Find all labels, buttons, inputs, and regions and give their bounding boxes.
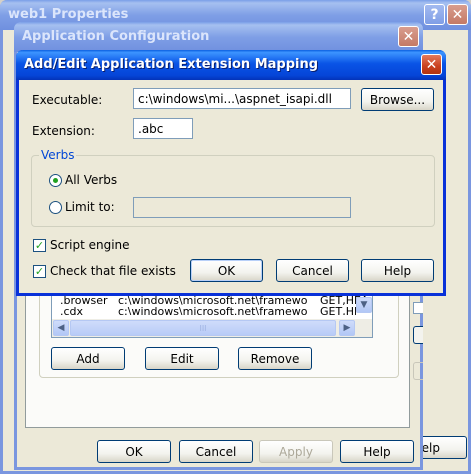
add-button[interactable]: Add [51, 347, 125, 370]
verbs-cell: GET,HEA... [320, 307, 356, 315]
browse-button[interactable]: Browse... [361, 88, 434, 111]
close-icon[interactable]: ✕ [398, 26, 419, 47]
close-icon[interactable]: ✕ [421, 54, 442, 75]
close-icon[interactable]: ✕ [447, 4, 468, 25]
executable-field[interactable]: c:\windows\mi...\aspnet_isapi.dll [133, 88, 351, 109]
edit-button-label: Edit [170, 351, 194, 366]
all-verbs-label[interactable]: All Verbs [65, 173, 117, 187]
help-button-label: elp [421, 440, 440, 455]
horizontal-scrollbar[interactable]: ◀ III ▶ [52, 319, 372, 337]
side-control [413, 326, 423, 344]
cancel-button-label: Cancel [292, 263, 333, 278]
scroll-thumb[interactable]: III [70, 320, 336, 336]
application-configuration-titlebar[interactable]: Application Configuration ✕ [14, 22, 423, 52]
ok-button[interactable]: OK [190, 259, 263, 282]
list-item[interactable]: .cdx c:\windows\microsoft.net\framework\… [52, 307, 356, 315]
extension-cell: .cdx [60, 307, 84, 315]
remove-button-label: Remove [250, 351, 300, 366]
apply-button-label: Apply [279, 444, 313, 459]
path-cell: c:\windows\microsoft.net\framework\... [118, 307, 308, 315]
window-title: Application Configuration [22, 29, 210, 44]
extension-label: Extension: [32, 124, 95, 138]
window-title: web1 Properties [8, 7, 129, 22]
cancel-button[interactable]: Cancel [179, 440, 253, 463]
browse-button-label: Browse... [369, 92, 426, 107]
add-button-label: Add [76, 351, 100, 366]
ok-button-label: OK [217, 263, 236, 278]
scroll-right-arrow-icon[interactable]: ▶ [339, 320, 355, 336]
check-file-exists-label[interactable]: Check that file exists [50, 264, 176, 278]
executable-label: Executable: [32, 93, 103, 107]
limit-to-field[interactable] [133, 197, 351, 218]
script-engine-checkbox[interactable]: ✓ [33, 239, 46, 252]
cancel-button[interactable]: Cancel [276, 259, 349, 282]
ok-button[interactable]: OK [97, 440, 171, 463]
ok-button-label: OK [125, 444, 143, 459]
side-control [413, 302, 423, 314]
limit-to-radio[interactable] [49, 201, 62, 214]
edit-button[interactable]: Edit [145, 347, 219, 370]
help-button-label: Help [383, 263, 412, 278]
help-icon[interactable]: ? [424, 4, 445, 25]
limit-to-label[interactable]: Limit to: [65, 200, 115, 214]
script-engine-label[interactable]: Script engine [50, 238, 130, 252]
scroll-thumb-grip: III [199, 323, 207, 333]
verbs-group-label: Verbs [39, 148, 77, 162]
extension-mapping-dialog: Add/Edit Application Extension Mapping ✕… [16, 50, 446, 296]
all-verbs-radio[interactable] [49, 174, 62, 187]
help-button[interactable]: Help [340, 440, 414, 463]
scroll-down-arrow-icon[interactable]: ▼ [356, 297, 372, 313]
side-control [413, 362, 423, 380]
dialog-title: Add/Edit Application Extension Mapping [24, 57, 319, 72]
cancel-button-label: Cancel [195, 444, 237, 459]
help-button[interactable]: Help [361, 259, 434, 282]
help-button-label: Help [363, 444, 391, 459]
scroll-left-arrow-icon[interactable]: ◀ [53, 320, 69, 336]
extension-field[interactable]: .abc [133, 118, 193, 139]
apply-button[interactable]: Apply [259, 440, 333, 463]
check-file-exists-checkbox[interactable]: ✓ [33, 265, 46, 278]
extension-mapping-titlebar[interactable]: Add/Edit Application Extension Mapping ✕ [16, 50, 446, 80]
remove-button[interactable]: Remove [238, 347, 312, 370]
